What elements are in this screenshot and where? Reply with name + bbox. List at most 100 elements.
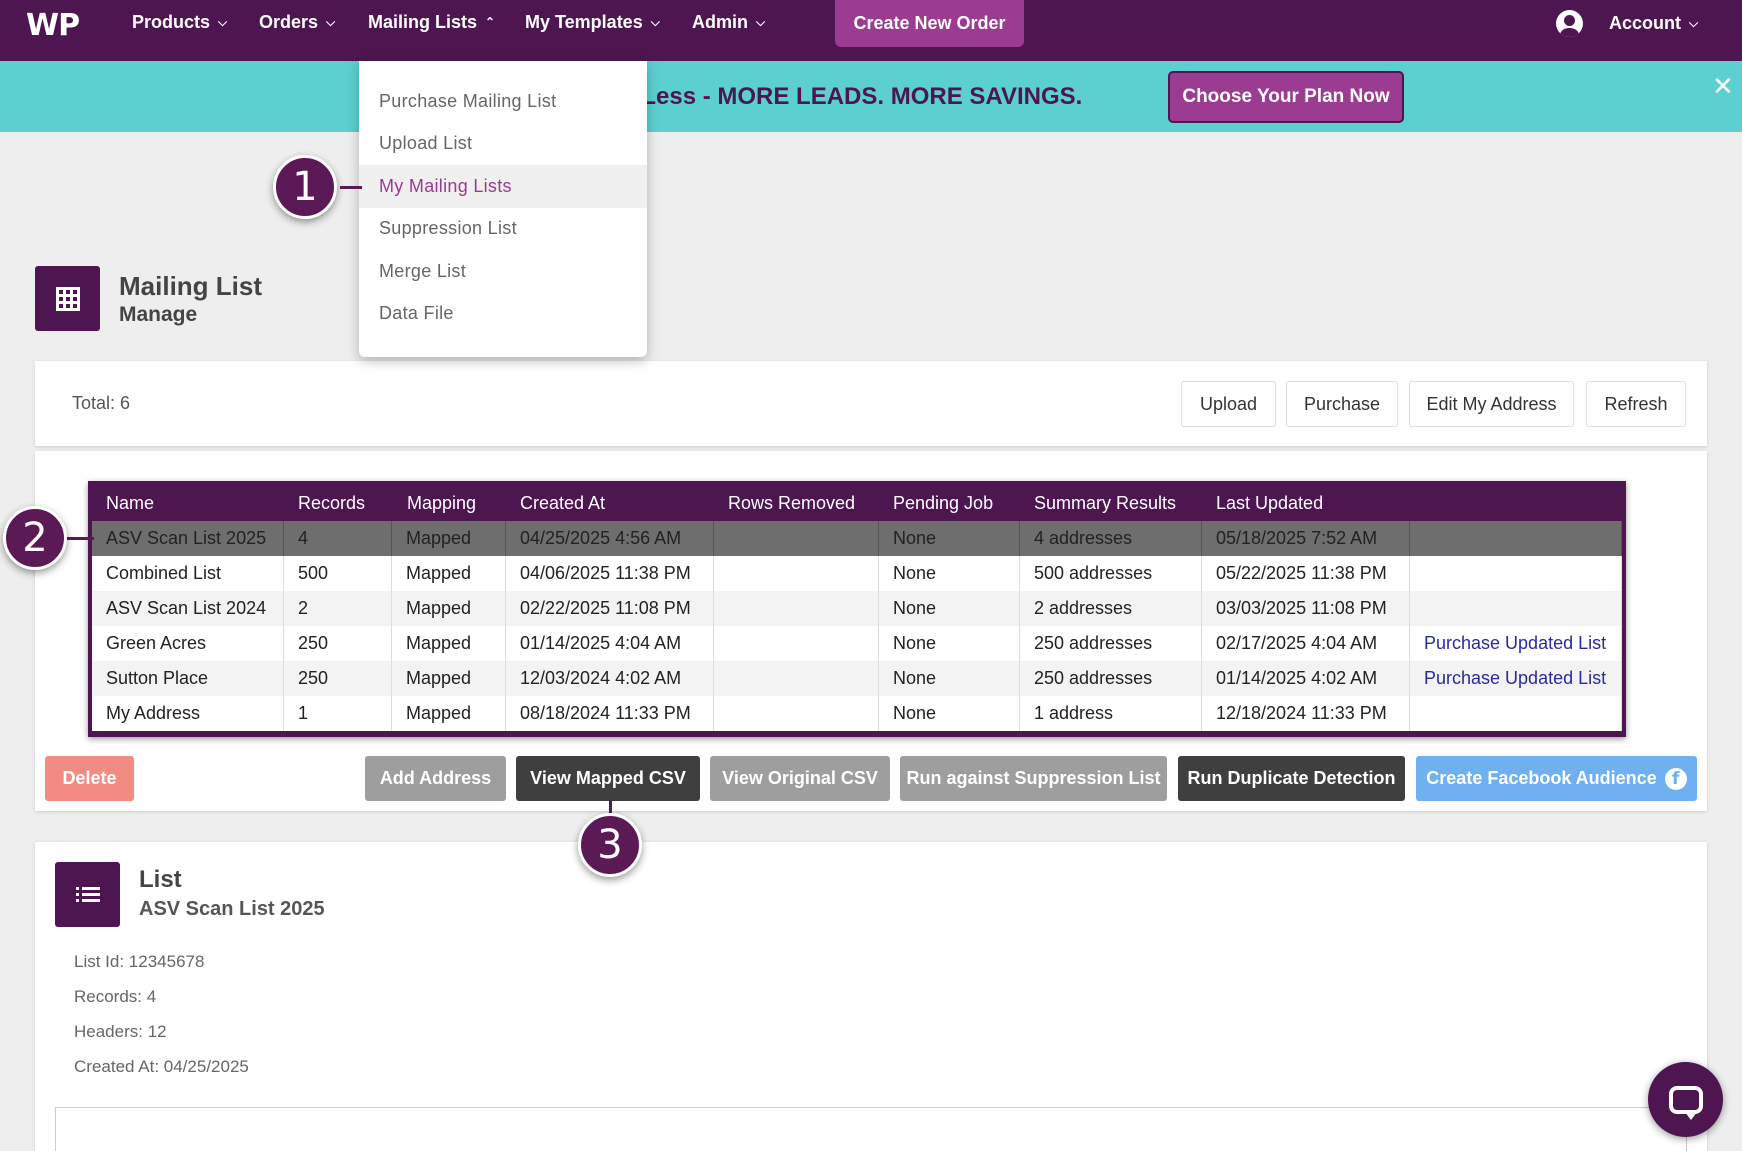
menu-item-my-mailing-lists[interactable]: My Mailing Lists: [359, 165, 647, 208]
step-callout-2: 2: [3, 506, 67, 570]
table-cell: 1 address: [1020, 696, 1202, 731]
mailing-list-table: Name Records Mapping Created At Rows Rem…: [88, 481, 1626, 737]
nav-label: Admin: [692, 11, 748, 32]
table-cell: 01/14/2025 4:02 AM: [1202, 661, 1410, 696]
table-row[interactable]: ASV Scan List 2025 4 Mapped 04/25/2025 4:56…: [92, 521, 1622, 556]
table-cell: 4: [284, 521, 392, 556]
list-details-card: List ASV Scan List 2025 List Id: 1234567…: [35, 842, 1707, 1151]
column-header[interactable]: Records: [298, 485, 365, 521]
mailing-lists-dropdown: Purchase Mailing List Upload List My Mai…: [359, 61, 647, 357]
edit-my-address-button[interactable]: Edit My Address: [1409, 381, 1574, 427]
table-cell: None: [879, 626, 1020, 661]
nav-label: Products: [132, 11, 211, 32]
column-header[interactable]: Created At: [520, 485, 605, 521]
table-cell: Mapped: [392, 626, 506, 661]
table-cell: Mapped: [392, 696, 506, 731]
table-cell: None: [879, 661, 1020, 696]
view-original-csv-button[interactable]: View Original CSV: [710, 756, 890, 801]
nav-label: Orders: [259, 11, 319, 32]
choose-plan-button[interactable]: Choose Your Plan Now: [1168, 71, 1404, 123]
table-cell: 03/03/2025 11:08 PM: [1202, 591, 1410, 626]
table-cell: [714, 661, 879, 696]
table-cell: [714, 626, 879, 661]
table-cell: 04/06/2025 11:38 PM: [506, 556, 714, 591]
top-navbar: WP Products ⌵ Orders ⌵ Mailing Lists ⌃ M…: [0, 0, 1742, 61]
menu-item-merge-list[interactable]: Merge List: [359, 250, 647, 293]
table-cell: 04/25/2025 4:56 AM: [506, 521, 714, 556]
nav-mailing-lists[interactable]: Mailing Lists ⌃: [368, 0, 495, 44]
menu-item-upload-list[interactable]: Upload List: [359, 123, 647, 166]
nav-admin[interactable]: Admin ⌵: [692, 0, 765, 44]
purchase-updated-list-link[interactable]: Purchase Updated List: [1424, 668, 1606, 688]
refresh-button[interactable]: Refresh: [1586, 381, 1686, 427]
close-icon[interactable]: ✕: [1712, 71, 1734, 102]
menu-item-data-file[interactable]: Data File: [359, 293, 647, 336]
table-cell: 500 addresses: [1020, 556, 1202, 591]
table-row[interactable]: Sutton Place 250 Mapped 12/03/2024 4:02 AM N…: [92, 661, 1622, 696]
user-avatar-icon: [1556, 9, 1583, 37]
total-count: Total: 6: [72, 393, 131, 413]
button-label: Create Facebook Audience: [1426, 768, 1657, 788]
table-cell: 4 addresses: [1020, 521, 1202, 556]
column-header[interactable]: Last Updated: [1216, 485, 1323, 521]
table-row[interactable]: Combined List 500 Mapped 04/06/2025 11:38 P…: [92, 556, 1622, 591]
table-cell: 01/14/2025 4:04 AM: [506, 626, 714, 661]
table-cell: [1410, 696, 1622, 731]
table-cell: ASV Scan List 2024: [92, 591, 284, 626]
table-row[interactable]: Green Acres 250 Mapped 01/14/2025 4:04 AM No…: [92, 626, 1622, 661]
upload-button[interactable]: Upload: [1181, 381, 1276, 427]
table-cell: 02/17/2025 4:04 AM: [1202, 626, 1410, 661]
logo[interactable]: WP: [26, 8, 80, 43]
purchase-updated-list-link[interactable]: Purchase Updated List: [1424, 633, 1606, 653]
account-menu[interactable]: Account ⌵: [1556, 8, 1698, 38]
nav-my-templates[interactable]: My Templates ⌵: [525, 0, 660, 44]
table-cell: [1410, 521, 1622, 556]
table-cell: 2 addresses: [1020, 591, 1202, 626]
purchase-button[interactable]: Purchase: [1286, 381, 1398, 427]
create-facebook-audience-button[interactable]: Create Facebook Audience f: [1416, 756, 1697, 801]
mailing-list-table-card: Name Records Mapping Created At Rows Rem…: [35, 451, 1707, 811]
table-cell: ASV Scan List 2025: [92, 521, 284, 556]
table-cell: 05/22/2025 11:38 PM: [1202, 556, 1410, 591]
table-cell: [714, 556, 879, 591]
table-cell: [714, 521, 879, 556]
menu-item-purchase-mailing-list[interactable]: Purchase Mailing List: [359, 80, 647, 123]
column-header[interactable]: Pending Job: [893, 485, 993, 521]
table-row[interactable]: My Address 1 Mapped 08/18/2024 11:33 PM None…: [92, 696, 1622, 731]
list-icon: [55, 862, 120, 927]
chat-bubble-icon: [1668, 1085, 1703, 1120]
table-cell: None: [879, 556, 1020, 591]
table-cell: 250: [284, 661, 392, 696]
delete-button[interactable]: Delete: [45, 756, 134, 801]
table-cell: None: [879, 696, 1020, 731]
add-address-button[interactable]: Add Address: [365, 756, 506, 801]
column-header[interactable]: Name: [106, 485, 154, 521]
table-cell: 250 addresses: [1020, 626, 1202, 661]
page-subtitle: Manage: [119, 303, 198, 326]
table-header: Name Records Mapping Created At Rows Rem…: [92, 485, 1622, 521]
table-cell: 250 addresses: [1020, 661, 1202, 696]
callout-connector: [64, 537, 94, 540]
nav-orders[interactable]: Orders ⌵: [259, 0, 335, 44]
chat-button[interactable]: [1648, 1062, 1723, 1137]
headers-count: Headers: 12: [74, 1022, 167, 1041]
menu-item-suppression-list[interactable]: Suppression List: [359, 208, 647, 251]
table-cell: 2: [284, 591, 392, 626]
column-header[interactable]: Summary Results: [1034, 485, 1176, 521]
table-cell: My Address: [92, 696, 284, 731]
nav-label: My Templates: [525, 11, 643, 32]
table-cell: Mapped: [392, 661, 506, 696]
column-header[interactable]: Rows Removed: [728, 485, 855, 521]
view-mapped-csv-button[interactable]: View Mapped CSV: [516, 756, 700, 801]
run-suppression-button[interactable]: Run against Suppression List: [900, 756, 1167, 801]
table-row[interactable]: ASV Scan List 2024 2 Mapped 02/22/2025 11:0…: [92, 591, 1622, 626]
create-new-order-button[interactable]: Create New Order: [835, 0, 1024, 47]
column-header[interactable]: Mapping: [407, 485, 476, 521]
table-cell: [714, 591, 879, 626]
table-cell: Green Acres: [92, 626, 284, 661]
table-cell: [714, 696, 879, 731]
run-duplicate-detection-button[interactable]: Run Duplicate Detection: [1178, 756, 1405, 801]
page-title: Mailing List: [119, 271, 262, 301]
chevron-down-icon: ⌵: [1689, 15, 1699, 30]
nav-products[interactable]: Products ⌵: [132, 0, 227, 44]
